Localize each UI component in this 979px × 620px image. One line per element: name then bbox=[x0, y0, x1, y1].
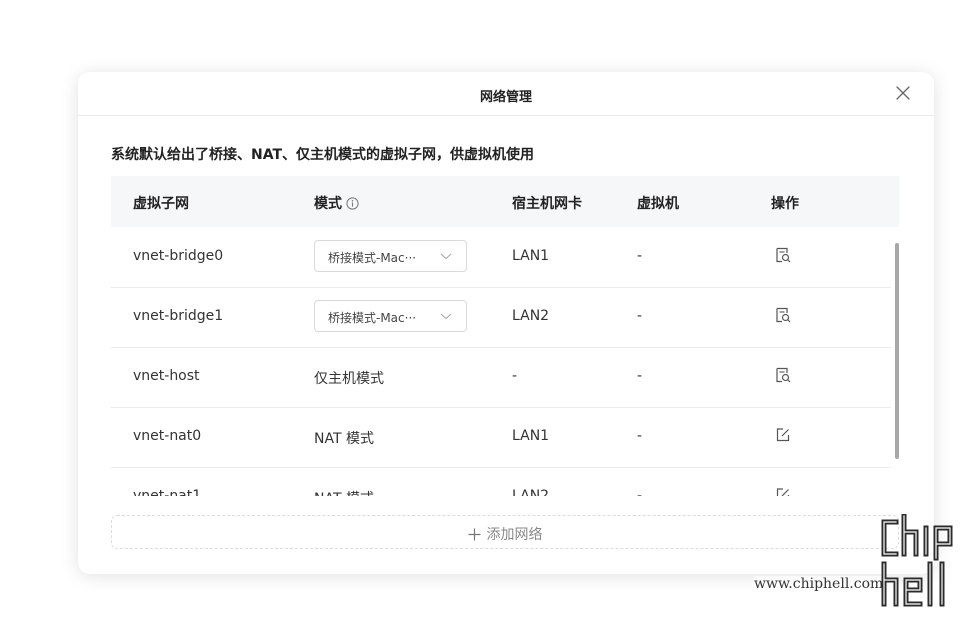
edit-button[interactable] bbox=[773, 485, 793, 496]
host-nic: LAN2 bbox=[512, 488, 550, 496]
view-detail-button[interactable] bbox=[773, 245, 793, 265]
watermark-url: www.chiphell.com bbox=[754, 576, 884, 592]
dialog-title: 网络管理 bbox=[479, 90, 532, 105]
header-subnet: 虚拟子网 bbox=[133, 196, 189, 212]
subnet-name: vnet-bridge0 bbox=[133, 248, 224, 264]
dialog-description: 系统默认给出了桥接、NAT、仅主机模式的虚拟子网，供虚拟机使用 bbox=[111, 147, 535, 163]
vm-name: - bbox=[637, 428, 643, 444]
table-scrollbar[interactable] bbox=[895, 243, 899, 459]
vm-name: - bbox=[637, 248, 643, 264]
view-detail-icon bbox=[776, 307, 791, 323]
add-network-label: 添加网络 bbox=[486, 527, 543, 543]
table-row: vnet-bridge1 桥接模式-Mac··· LAN2 - bbox=[111, 287, 891, 348]
view-detail-icon bbox=[776, 367, 791, 383]
edit-icon bbox=[776, 428, 790, 442]
edit-icon bbox=[776, 488, 790, 496]
host-nic: LAN1 bbox=[512, 248, 550, 264]
host-nic: - bbox=[512, 368, 518, 384]
header-mode-label: 模式 bbox=[314, 196, 342, 212]
view-detail-icon bbox=[776, 247, 791, 263]
table-body: vnet-bridge0 桥接模式-Mac··· LAN1 - vnet-bri… bbox=[111, 227, 891, 496]
host-nic: LAN2 bbox=[512, 308, 550, 324]
subnet-name: vnet-host bbox=[133, 368, 200, 384]
plus-icon bbox=[468, 528, 481, 545]
host-nic: LAN1 bbox=[512, 428, 550, 444]
watermark: www.chiphell.com bbox=[750, 512, 970, 612]
table-row: vnet-host 仅主机模式 - - bbox=[111, 347, 891, 408]
vm-name: - bbox=[637, 308, 643, 324]
chevron-down-icon bbox=[440, 253, 452, 260]
view-detail-button[interactable] bbox=[773, 365, 793, 385]
close-button[interactable] bbox=[894, 84, 912, 102]
mode-text: NAT 模式 bbox=[314, 488, 374, 496]
vm-name: - bbox=[637, 488, 643, 496]
dialog-header: 网络管理 bbox=[78, 72, 934, 116]
mode-text: NAT 模式 bbox=[314, 431, 374, 447]
table-row: vnet-bridge0 桥接模式-Mac··· LAN1 - bbox=[111, 227, 891, 288]
header-actions: 操作 bbox=[771, 196, 799, 212]
mode-text: 仅主机模式 bbox=[314, 371, 384, 387]
header-vm: 虚拟机 bbox=[637, 196, 679, 212]
table-row: vnet-nat0 NAT 模式 LAN1 - bbox=[111, 407, 891, 468]
edit-button[interactable] bbox=[773, 425, 793, 445]
subnet-name: vnet-nat0 bbox=[133, 428, 202, 444]
table-header: 虚拟子网 模式 宿主机网卡 虚拟机 操作 bbox=[111, 176, 899, 227]
mode-select-value: 桥接模式-Mac··· bbox=[328, 251, 417, 265]
chiphell-logo bbox=[878, 513, 966, 608]
network-management-dialog: 网络管理 系统默认给出了桥接、NAT、仅主机模式的虚拟子网，供虚拟机使用 虚拟子… bbox=[78, 72, 934, 574]
close-icon bbox=[896, 86, 910, 100]
chevron-down-icon bbox=[440, 313, 452, 320]
subnet-name: vnet-nat1 bbox=[133, 488, 202, 496]
view-detail-button[interactable] bbox=[773, 305, 793, 325]
mode-select[interactable]: 桥接模式-Mac··· bbox=[314, 300, 467, 332]
header-mode: 模式 bbox=[314, 193, 359, 214]
vm-name: - bbox=[637, 368, 643, 384]
subnet-name: vnet-bridge1 bbox=[133, 308, 224, 324]
header-nic: 宿主机网卡 bbox=[512, 196, 582, 212]
table-row: vnet-nat1 NAT 模式 LAN2 - bbox=[111, 467, 891, 496]
mode-select[interactable]: 桥接模式-Mac··· bbox=[314, 240, 467, 272]
info-icon[interactable] bbox=[346, 197, 359, 214]
mode-select-value: 桥接模式-Mac··· bbox=[328, 311, 417, 325]
